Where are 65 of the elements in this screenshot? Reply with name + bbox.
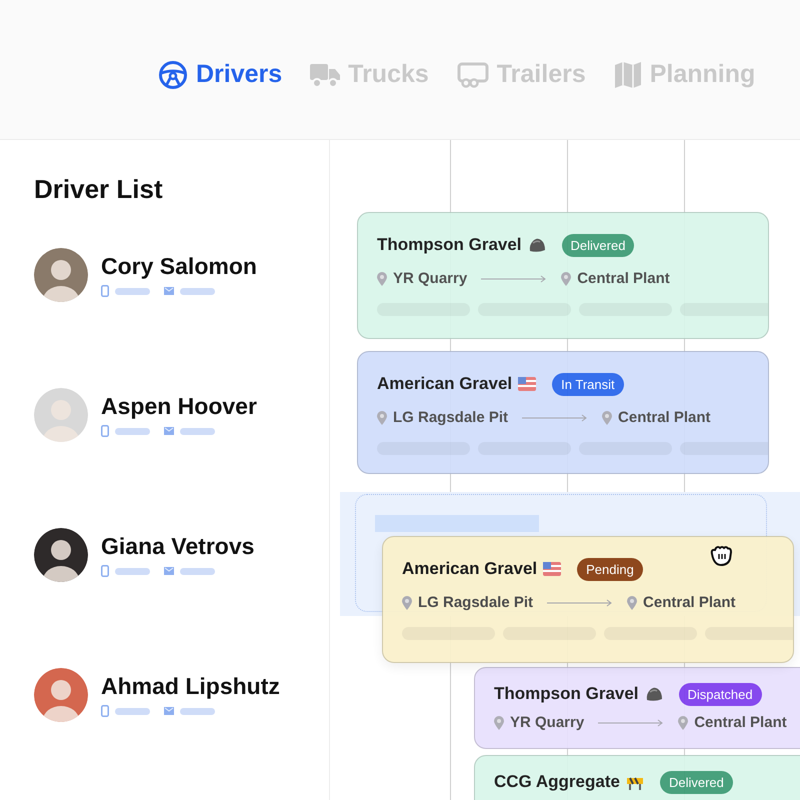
status-badge: In Transit <box>552 372 624 396</box>
truck-icon <box>310 62 340 88</box>
placeholder-bar <box>115 428 150 434</box>
mail-icon <box>164 707 174 715</box>
driver-name[interactable]: Aspen Hoover <box>101 393 257 419</box>
placeholder-bar <box>115 568 150 574</box>
flag-icon <box>543 562 562 576</box>
location-pin-icon <box>494 716 504 730</box>
destination-text: Central Plant <box>618 409 711 426</box>
arrow-icon <box>598 718 664 726</box>
placeholder-bar <box>180 568 215 574</box>
origin-text: LG Ragsdale Pit <box>418 594 534 611</box>
location-pin-icon <box>377 410 387 424</box>
mail-icon <box>164 287 174 295</box>
phone-icon <box>101 285 109 297</box>
placeholder-bar <box>180 428 215 434</box>
location-pin-icon <box>402 596 412 610</box>
location-pin-icon <box>377 272 387 286</box>
arrow-icon <box>547 598 614 606</box>
mail-icon <box>164 427 174 435</box>
phone-icon <box>101 425 109 437</box>
rock-icon <box>528 237 546 253</box>
tab[interactable]: Drivers <box>158 60 282 90</box>
placeholder-bar <box>115 708 150 714</box>
location-pin-icon <box>561 272 572 286</box>
flag-icon <box>518 377 536 391</box>
phone-icon <box>101 565 109 577</box>
origin-text: YR Quarry <box>510 714 584 731</box>
placeholder-bar <box>180 708 215 714</box>
status-badge: Delivered <box>660 770 733 794</box>
load-title: Thompson Gravel <box>377 235 522 255</box>
load-title: American Gravel <box>377 374 512 394</box>
arrow-icon <box>481 274 548 282</box>
mail-icon <box>164 567 174 575</box>
status-badge: Pending <box>577 558 643 580</box>
load-title: Thompson Gravel <box>494 684 639 704</box>
status-badge: Delivered <box>562 234 634 256</box>
destination-text: Central Plant <box>577 270 670 287</box>
load-card[interactable]: CCG Aggregate Delivered <box>474 755 800 800</box>
status-badge: Dispatched <box>678 682 762 706</box>
placeholder-bar <box>115 288 150 294</box>
origin-text: LG Ragsdale Pit <box>393 409 508 426</box>
placeholder-bar <box>180 288 215 294</box>
steering-wheel-icon <box>158 60 188 90</box>
load-title: CCG Aggregate <box>494 772 620 792</box>
phone-icon <box>101 705 109 717</box>
rock-icon <box>644 686 663 702</box>
load-card[interactable]: American Gravel Pending LG Ragsdale Pit Central Plant <box>382 536 794 663</box>
map-icon <box>614 60 642 88</box>
load-card[interactable]: American Gravel In Transit LG Ragsdale Pit Central Plant <box>357 351 769 474</box>
driver-name[interactable]: Giana Vetrovs <box>101 533 254 559</box>
load-card[interactable]: Thompson Gravel Dispatched YR Quarry Central Plant <box>474 667 800 749</box>
load-card[interactable]: Thompson Gravel Delivered YR Quarry Central Plant <box>357 212 769 339</box>
arrow-icon <box>522 414 588 422</box>
destination-text: Central Plant <box>643 594 736 611</box>
trailer-icon <box>456 62 489 88</box>
driver-name[interactable]: Ahmad Lipshutz <box>101 673 280 699</box>
destination-text: Central Plant <box>694 714 787 731</box>
sidebar-title: Driver List <box>34 174 164 205</box>
driver-name[interactable]: Cory Salomon <box>101 253 257 279</box>
location-pin-icon <box>627 596 638 610</box>
location-pin-icon <box>678 716 688 730</box>
location-pin-icon <box>602 410 612 424</box>
origin-text: YR Quarry <box>393 270 468 287</box>
load-title: American Gravel <box>402 559 538 579</box>
